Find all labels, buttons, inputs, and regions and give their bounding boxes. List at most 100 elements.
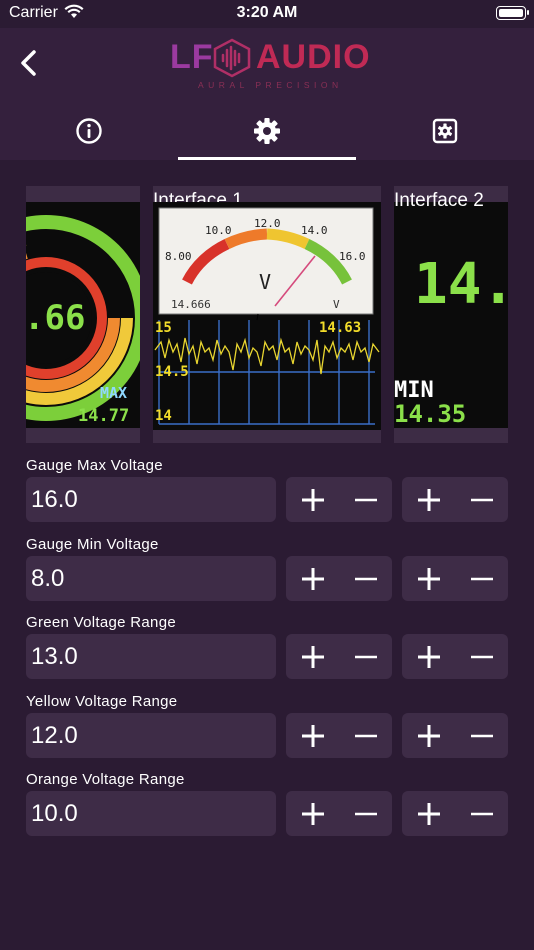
analog-meter-preview (153, 202, 381, 430)
increment-button[interactable] (402, 713, 455, 758)
meter-scale-12: 12.0 (254, 217, 281, 230)
minus-icon (470, 734, 493, 737)
graph-bottom: 14 (155, 408, 172, 424)
digital-readout-value: 14. (414, 252, 508, 317)
interface-card-2[interactable]: Interface 2 14. MIN 14.35 (394, 186, 508, 443)
orange-voltage-range-field[interactable]: 10.0 (26, 791, 276, 836)
decrement-button[interactable] (339, 634, 392, 679)
interface-card-0[interactable]: .66 MAX 14.77 (26, 186, 140, 443)
plus-icon (301, 802, 324, 825)
interface-preview-carousel[interactable]: .66 MAX 14.77 Interface 1 8.00 10.0 12.0… (26, 186, 508, 443)
gauge-min-voltage-coarse-stepper (286, 556, 392, 601)
interface-card-1[interactable]: Interface 1 8.00 10.0 12.0 14.0 16.0 V 1… (153, 186, 381, 443)
gear-icon (254, 118, 280, 144)
increment-button[interactable] (402, 791, 455, 836)
green-voltage-range-coarse-stepper (286, 634, 392, 679)
green-voltage-range-fine-stepper (402, 634, 508, 679)
yellow-voltage-range-fine-stepper (402, 713, 508, 758)
plus-icon (301, 724, 324, 747)
increment-button[interactable] (402, 477, 455, 522)
yellow-voltage-range-field[interactable]: 12.0 (26, 713, 276, 758)
tab-device-settings[interactable] (356, 102, 534, 160)
graph-mid: 14.5 (155, 364, 189, 380)
increment-button[interactable] (286, 556, 339, 601)
increment-button[interactable] (286, 634, 339, 679)
tab-selected-indicator (178, 157, 356, 160)
ring-gauge-max-value: 14.77 (78, 406, 130, 426)
minus-icon (354, 498, 377, 501)
increment-button[interactable] (402, 634, 455, 679)
back-button[interactable] (14, 46, 44, 80)
gauge-min-voltage-fine-stepper (402, 556, 508, 601)
minus-icon (354, 812, 377, 815)
tab-settings[interactable] (178, 102, 356, 160)
orange-voltage-range-coarse-stepper (286, 791, 392, 836)
logo-text-left: LF (170, 38, 214, 76)
tab-info[interactable] (0, 102, 178, 160)
meter-reading: 14.666 (171, 298, 211, 311)
status-bar: Carrier 3:20 AM (0, 0, 534, 28)
meter-scale-8: 8.00 (165, 250, 192, 263)
orange-voltage-range-fine-stepper (402, 791, 508, 836)
decrement-button[interactable] (455, 477, 508, 522)
ring-gauge-value: .66 (26, 298, 86, 338)
clock: 3:20 AM (236, 4, 298, 21)
orange-voltage-range-label: Orange Voltage Range (26, 771, 185, 788)
increment-button[interactable] (402, 556, 455, 601)
meter-scale-14: 14.0 (301, 224, 328, 237)
decrement-button[interactable] (455, 713, 508, 758)
gauge-max-voltage-field[interactable]: 16.0 (26, 477, 276, 522)
logo-tagline: AURAL PRECISION (198, 80, 343, 90)
decrement-button[interactable] (339, 477, 392, 522)
plus-icon (417, 645, 440, 668)
gauge-min-voltage-field[interactable]: 8.0 (26, 556, 276, 601)
decrement-button[interactable] (339, 791, 392, 836)
minus-icon (354, 577, 377, 580)
minus-icon (470, 577, 493, 580)
plus-icon (417, 802, 440, 825)
plus-icon (417, 567, 440, 590)
minus-icon (470, 655, 493, 658)
app-logo: LF AUDIO AURAL PRECISION (170, 38, 370, 94)
plus-icon (301, 488, 324, 511)
meter-unit-small: V (333, 298, 340, 311)
gauge-max-voltage-fine-stepper (402, 477, 508, 522)
increment-button[interactable] (286, 791, 339, 836)
settings-box-icon (432, 118, 458, 144)
yellow-voltage-range-coarse-stepper (286, 713, 392, 758)
tab-bar (0, 102, 534, 160)
meter-scale-10: 10.0 (205, 224, 232, 237)
yellow-voltage-range-label: Yellow Voltage Range (26, 693, 178, 710)
decrement-button[interactable] (455, 634, 508, 679)
decrement-button[interactable] (339, 556, 392, 601)
battery-icon (496, 6, 529, 20)
graph-top-right: 14.63 (319, 320, 362, 336)
plus-icon (417, 724, 440, 747)
decrement-button[interactable] (339, 713, 392, 758)
minus-icon (470, 812, 493, 815)
minus-icon (470, 498, 493, 501)
logo-waveform-icon (213, 38, 251, 78)
gauge-max-voltage-coarse-stepper (286, 477, 392, 522)
logo-text-right: AUDIO (256, 38, 371, 76)
info-icon (76, 118, 102, 144)
meter-scale-16: 16.0 (339, 250, 366, 263)
increment-button[interactable] (286, 477, 339, 522)
graph-top-left: 15 (155, 320, 172, 336)
minus-icon (354, 655, 377, 658)
meter-unit: V (259, 270, 272, 294)
plus-icon (301, 645, 324, 668)
ring-gauge-max-label: MAX (100, 384, 128, 402)
decrement-button[interactable] (455, 556, 508, 601)
green-voltage-range-label: Green Voltage Range (26, 614, 176, 631)
plus-icon (417, 488, 440, 511)
green-voltage-range-field[interactable]: 13.0 (26, 634, 276, 679)
interface-card-title-2: Interface 2 (394, 190, 484, 211)
minus-icon (354, 734, 377, 737)
plus-icon (301, 567, 324, 590)
increment-button[interactable] (286, 713, 339, 758)
decrement-button[interactable] (455, 791, 508, 836)
gauge-max-voltage-label: Gauge Max Voltage (26, 457, 163, 474)
gauge-min-voltage-label: Gauge Min Voltage (26, 536, 159, 553)
header: LF AUDIO AURAL PRECISION (0, 28, 534, 160)
